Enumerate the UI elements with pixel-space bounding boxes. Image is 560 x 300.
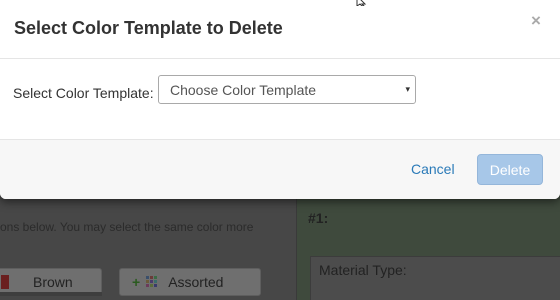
cancel-button[interactable]: Cancel — [411, 161, 455, 177]
material-type-panel: Material Type: — [310, 256, 560, 300]
close-icon[interactable]: × — [531, 12, 541, 29]
chevron-down-icon: ▾ — [405, 84, 410, 94]
delete-button[interactable]: Delete — [477, 154, 543, 185]
background-instructions: ons below. You may select the same color… — [0, 220, 254, 234]
material-type-label: Material Type: — [319, 262, 407, 278]
plus-icon: + — [132, 274, 141, 290]
swatch-label-brown: Brown — [33, 274, 73, 290]
color-template-select[interactable]: Choose Color Template ▾ — [158, 75, 416, 104]
delete-color-template-modal: Select Color Template to Delete × Select… — [0, 0, 560, 199]
modal-footer: Cancel Delete — [0, 139, 560, 199]
swatch-button-assorted[interactable]: + Assorted — [119, 268, 261, 296]
modal-body: Select Color Template: Choose Color Temp… — [0, 60, 560, 139]
modal-header: Select Color Template to Delete × — [0, 0, 560, 59]
color-grid-icon — [146, 276, 158, 288]
color-template-label: Select Color Template: — [13, 85, 154, 101]
modal-title: Select Color Template to Delete — [14, 18, 283, 38]
background-section-heading: #1: — [308, 210, 329, 226]
swatch-underline — [0, 292, 102, 296]
swatch-label-assorted: Assorted — [168, 274, 224, 290]
mouse-pointer-icon — [356, 0, 367, 6]
brown-color-chip — [1, 275, 9, 289]
color-template-selected-value: Choose Color Template — [170, 82, 317, 98]
